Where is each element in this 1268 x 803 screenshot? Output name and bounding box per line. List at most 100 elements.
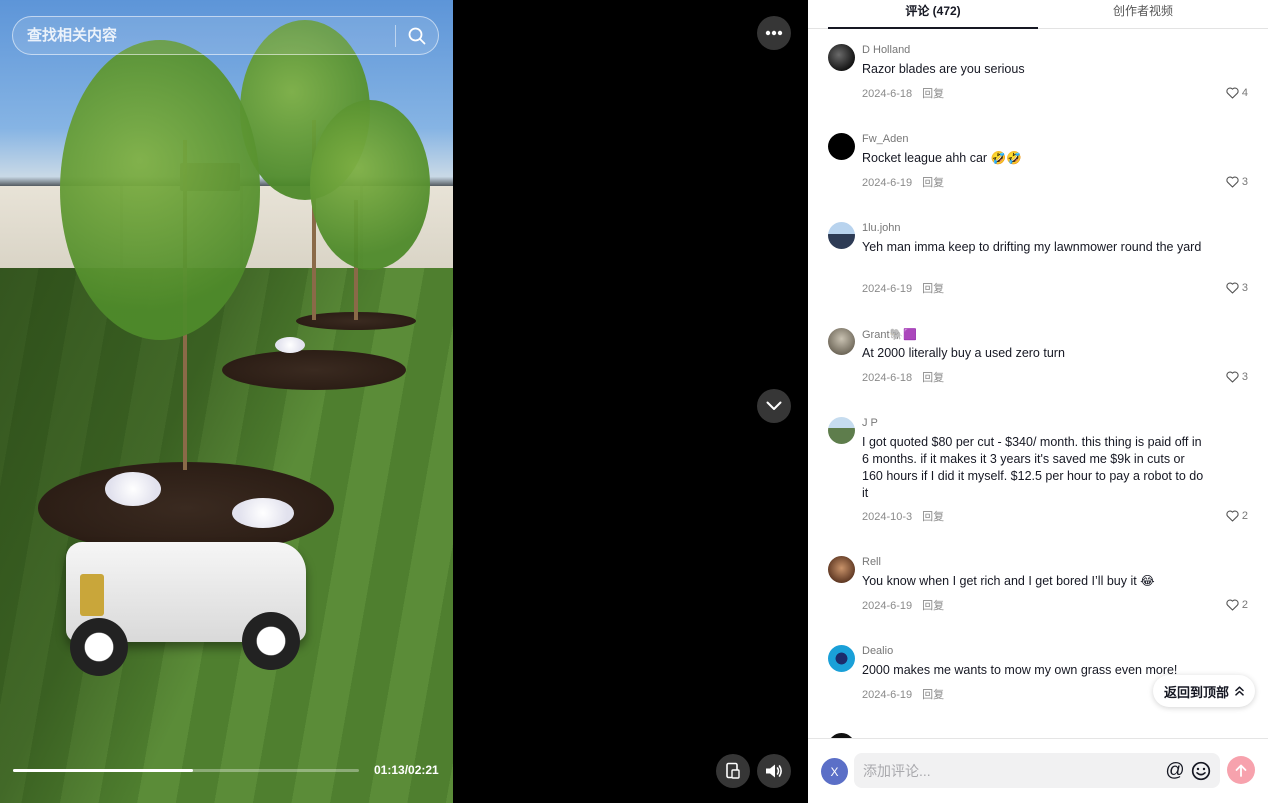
- more-dots-icon: [765, 30, 783, 36]
- video-scene-flower-bed: [222, 350, 406, 390]
- video-scene-robot-mower: [66, 530, 324, 676]
- video-scene-flowers: [275, 337, 305, 353]
- reply-button[interactable]: 回复: [922, 600, 944, 612]
- comment-input-box: @: [854, 753, 1220, 788]
- like-button[interactable]: 4: [1226, 87, 1248, 99]
- video-scene-flowers: [232, 498, 294, 528]
- heart-icon: [1226, 371, 1239, 383]
- comment-list[interactable]: D Holland Razor blades are you serious 2…: [808, 30, 1268, 738]
- double-chevron-up-icon: [1235, 686, 1244, 696]
- comment-username[interactable]: J P: [862, 417, 878, 429]
- search-icon: [408, 27, 426, 44]
- picture-in-picture-button[interactable]: [716, 754, 750, 788]
- comment-input[interactable]: [854, 762, 1162, 779]
- avatar[interactable]: [828, 328, 855, 355]
- back-to-top-label: 返回到顶部: [1163, 684, 1229, 700]
- like-count: 3: [1241, 371, 1248, 383]
- video-progress-fill: [13, 769, 193, 772]
- comment-date: 2024-6-18: [862, 372, 913, 384]
- reply-button[interactable]: 回复: [922, 283, 944, 295]
- comment-meta: 2024-6-18 回复: [862, 85, 944, 101]
- tab-comments[interactable]: 评论 (472): [828, 0, 1038, 29]
- arrow-up-icon: [1235, 764, 1247, 777]
- video-time: 01:13/02:21: [374, 763, 439, 777]
- volume-button[interactable]: [757, 754, 791, 788]
- emoji-button[interactable]: [1188, 758, 1214, 784]
- like-button[interactable]: 3: [1226, 371, 1248, 383]
- video-stage: 01:13/02:21: [0, 0, 808, 803]
- comment-meta: 2024-6-19 回复: [862, 174, 944, 190]
- back-to-top-button[interactable]: 返回到顶部: [1153, 675, 1255, 707]
- comment-date: 2024-6-19: [862, 283, 913, 295]
- heart-icon: [1226, 87, 1239, 99]
- avatar[interactable]: [828, 44, 855, 71]
- more-options-button[interactable]: [757, 16, 791, 50]
- comment-username[interactable]: Grant🐘🟪: [862, 328, 917, 341]
- comment-username[interactable]: 1lu.john: [862, 222, 901, 234]
- search-box: [12, 16, 439, 55]
- like-button[interactable]: 2: [1226, 599, 1248, 611]
- like-count: 4: [1241, 87, 1248, 99]
- like-button[interactable]: 3: [1226, 176, 1248, 188]
- reply-button[interactable]: 回复: [922, 372, 944, 384]
- my-avatar[interactable]: X: [821, 758, 848, 785]
- comment-username[interactable]: D Holland: [862, 44, 910, 56]
- comment-date: 2024-6-19: [862, 177, 913, 189]
- send-button[interactable]: [1227, 756, 1255, 784]
- avatar[interactable]: [828, 645, 855, 672]
- avatar[interactable]: [828, 417, 855, 444]
- next-video-button[interactable]: [757, 389, 791, 423]
- chevron-down-icon: [766, 401, 782, 410]
- comment-text: 2000 makes me wants to mow my own grass …: [862, 663, 1178, 677]
- avatar[interactable]: [828, 556, 855, 583]
- mention-icon[interactable]: @: [1162, 758, 1188, 784]
- search-button[interactable]: [396, 17, 438, 54]
- comment-text: I got quoted $80 per cut - $340/ month. …: [862, 435, 1204, 500]
- search-input[interactable]: [13, 17, 395, 54]
- volume-icon: [766, 764, 782, 778]
- panel-tabs: 评论 (472) 创作者视频: [808, 0, 1268, 29]
- mower-wheel: [242, 612, 300, 670]
- comment-date: 2024-6-19: [862, 689, 913, 701]
- like-button[interactable]: 3: [1226, 282, 1248, 294]
- comment-username[interactable]: Dealio: [862, 645, 893, 657]
- reply-button[interactable]: 回复: [922, 88, 944, 100]
- like-count: 2: [1241, 510, 1248, 522]
- comment-username[interactable]: Fw_Aden: [862, 133, 908, 145]
- heart-icon: [1226, 176, 1239, 188]
- comments-panel: 评论 (472) 创作者视频 D Holland Razor blades ar…: [808, 0, 1268, 803]
- like-count: 3: [1241, 282, 1248, 294]
- mower-label: [80, 574, 104, 616]
- comment-meta: 2024-6-19 回复: [862, 280, 944, 296]
- comment-date: 2024-6-18: [862, 88, 913, 100]
- comment-meta: 2024-6-19 回复: [862, 686, 944, 702]
- comment-composer: X @: [808, 738, 1268, 803]
- emoji-icon: [1191, 761, 1211, 780]
- comment-meta: 2024-6-18 回复: [862, 369, 944, 385]
- reply-button[interactable]: 回复: [922, 689, 944, 701]
- video-progress-bar[interactable]: [13, 769, 359, 772]
- tab-creator-videos[interactable]: 创作者视频: [1038, 0, 1248, 29]
- comment-username[interactable]: Rell: [862, 556, 881, 568]
- like-count: 2: [1241, 599, 1248, 611]
- comment-text: Yeh man imma keep to drifting my lawnmow…: [862, 240, 1202, 254]
- comment-date: 2024-6-19: [862, 600, 913, 612]
- comment-meta: 2024-10-3 回复: [862, 508, 944, 524]
- video-scene-tree: [60, 40, 260, 340]
- picture-in-picture-icon: [726, 762, 740, 779]
- comment-text: At 2000 literally buy a used zero turn: [862, 346, 1065, 360]
- heart-icon: [1226, 599, 1239, 611]
- comment-text: Rocket league ahh car 🤣🤣: [862, 151, 1022, 165]
- reply-button[interactable]: 回复: [922, 177, 944, 189]
- like-count: 3: [1241, 176, 1248, 188]
- comment-text: You know when I get rich and I get bored…: [862, 574, 1155, 588]
- avatar[interactable]: [828, 222, 855, 249]
- like-button[interactable]: 2: [1226, 510, 1248, 522]
- video-scene-flowers: [105, 472, 161, 506]
- avatar[interactable]: [828, 133, 855, 160]
- mower-wheel: [70, 618, 128, 676]
- reply-button[interactable]: 回复: [922, 511, 944, 523]
- heart-icon: [1226, 282, 1239, 294]
- comment-meta: 2024-6-19 回复: [862, 597, 944, 613]
- video-player[interactable]: 01:13/02:21: [0, 0, 453, 803]
